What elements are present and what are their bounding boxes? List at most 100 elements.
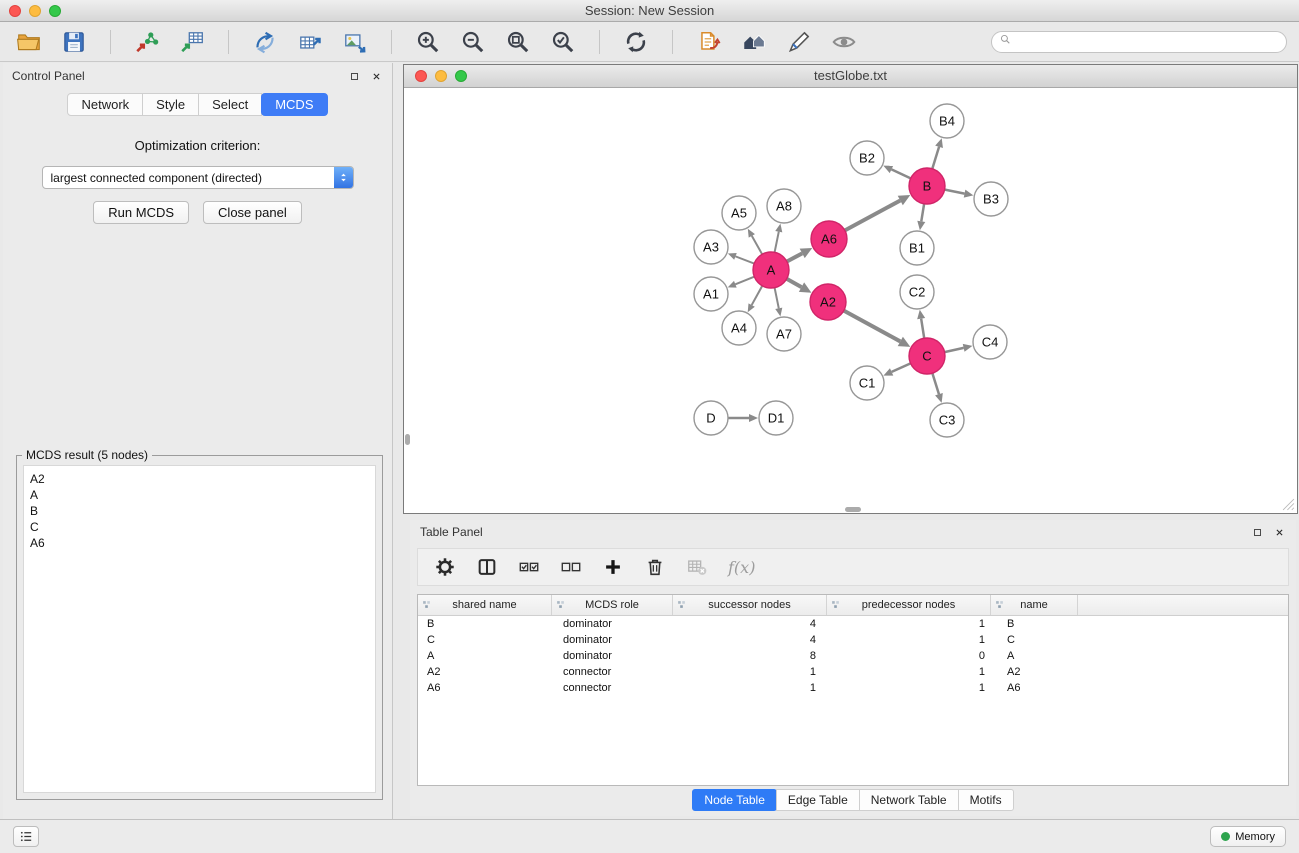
edge-arrowhead <box>935 393 943 403</box>
table-row[interactable]: A6connector11A6 <box>418 680 1288 696</box>
column-header-successor-nodes[interactable]: successor nodes <box>673 595 827 615</box>
zoom-fit-button[interactable] <box>499 26 537 58</box>
zoom-in-button[interactable] <box>409 26 447 58</box>
result-item[interactable]: A <box>28 487 371 503</box>
node-label-C2: C2 <box>909 285 926 300</box>
node-label-A1: A1 <box>703 287 719 302</box>
export-network-button[interactable] <box>246 26 284 58</box>
table-row[interactable]: Bdominator41B <box>418 616 1288 632</box>
search-input[interactable] <box>1016 35 1279 49</box>
table-cell: A2 <box>418 666 552 678</box>
column-header-name[interactable]: name <box>991 595 1078 615</box>
network-canvas[interactable]: B4B2BB3A8A5A6A3B1AC2A1A2A4A7C4CC1C3DD1 <box>404 88 1297 513</box>
tab-network[interactable]: Network <box>67 93 143 116</box>
control-panel-tabs: NetworkStyleSelectMCDS <box>3 93 392 116</box>
zoom-out-button[interactable] <box>454 26 492 58</box>
panel-selector-button[interactable] <box>13 826 39 847</box>
vertical-scrollbar-thumb[interactable] <box>405 434 410 445</box>
search-field[interactable] <box>991 31 1287 53</box>
refresh-network-button[interactable] <box>617 26 655 58</box>
close-window-button[interactable] <box>9 5 21 17</box>
function-builder-button[interactable]: f(x) <box>726 554 757 580</box>
home-button[interactable] <box>735 26 773 58</box>
create-column-button[interactable] <box>600 554 626 580</box>
result-item[interactable]: B <box>28 503 371 519</box>
table-float-panel-icon[interactable] <box>1250 525 1264 539</box>
column-header-MCDS-role[interactable]: MCDS role <box>552 595 673 615</box>
network-close-button[interactable] <box>415 70 427 82</box>
tab-style[interactable]: Style <box>142 93 199 116</box>
run-mcds-button[interactable]: Run MCDS <box>93 201 189 224</box>
toolbar-buttons <box>10 26 863 58</box>
table-panel: Table Panel f(x) shared nameMCDS role suc… <box>410 520 1296 816</box>
table-cell: connector <box>552 682 673 694</box>
close-panel-button[interactable]: Close panel <box>203 201 302 224</box>
table-cell: C <box>418 634 552 646</box>
maximize-window-button[interactable] <box>49 5 61 17</box>
table-cell: 4 <box>673 634 827 646</box>
open-file-button[interactable] <box>690 26 728 58</box>
save-session-button[interactable] <box>55 26 93 58</box>
show-graphics-details-button[interactable] <box>825 26 863 58</box>
columns-icon <box>476 556 498 578</box>
horizontal-scrollbar-thumb[interactable] <box>845 507 861 512</box>
float-icon <box>350 72 359 81</box>
delete-table-button[interactable] <box>684 554 710 580</box>
memory-button[interactable]: Memory <box>1210 826 1286 847</box>
show-columns-button[interactable] <box>474 554 500 580</box>
unselect-all-columns-button[interactable] <box>558 554 584 580</box>
tab-motifs[interactable]: Motifs <box>958 789 1014 811</box>
export-image-button[interactable] <box>336 26 374 58</box>
import-network-button[interactable] <box>128 26 166 58</box>
float-icon <box>1253 528 1262 537</box>
table-row[interactable]: Cdominator41C <box>418 632 1288 648</box>
import-table-button[interactable] <box>173 26 211 58</box>
apply-style-button[interactable] <box>780 26 818 58</box>
tab-mcds[interactable]: MCDS <box>261 93 327 116</box>
table-row[interactable]: Adominator80A <box>418 648 1288 664</box>
result-item[interactable]: A6 <box>28 535 371 551</box>
header-type-icon <box>556 600 565 609</box>
open-session-button[interactable] <box>10 26 48 58</box>
header-type-icon <box>831 600 840 609</box>
export-image-icon <box>342 29 368 55</box>
network-maximize-button[interactable] <box>455 70 467 82</box>
result-item[interactable]: C <box>28 519 371 535</box>
network-minimize-button[interactable] <box>435 70 447 82</box>
table-cell: 1 <box>827 634 991 646</box>
tab-node-table[interactable]: Node Table <box>692 789 777 811</box>
check-pair-icon <box>518 556 540 578</box>
network-graph[interactable]: B4B2BB3A8A5A6A3B1AC2A1A2A4A7C4CC1C3DD1 <box>404 88 1297 513</box>
delete-columns-button[interactable] <box>642 554 668 580</box>
node-label-B1: B1 <box>909 241 925 256</box>
node-label-B4: B4 <box>939 114 955 129</box>
tab-network-table[interactable]: Network Table <box>859 789 959 811</box>
network-window-title: testGlobe.txt <box>404 65 1297 87</box>
select-all-columns-button[interactable] <box>516 554 542 580</box>
minimize-window-button[interactable] <box>29 5 41 17</box>
tab-edge-table[interactable]: Edge Table <box>776 789 860 811</box>
float-panel-icon[interactable] <box>347 69 361 83</box>
table-delete-icon <box>686 556 708 578</box>
network-window-controls <box>415 70 467 82</box>
result-item[interactable]: A2 <box>28 471 371 487</box>
edge-arrowhead <box>964 190 974 198</box>
export-table-button[interactable] <box>291 26 329 58</box>
table-close-panel-icon[interactable] <box>1272 525 1286 539</box>
column-header-label: successor nodes <box>708 599 791 611</box>
close-panel-icon[interactable] <box>369 69 383 83</box>
node-label-C4: C4 <box>982 335 999 350</box>
column-header-shared-name[interactable]: shared name <box>418 595 552 615</box>
table-cell: 1 <box>827 618 991 630</box>
column-settings-button[interactable] <box>432 554 458 580</box>
criterion-dropdown[interactable]: largest connected component (directed) <box>42 166 354 189</box>
home-icon <box>741 29 767 55</box>
zoom-selected-button[interactable] <box>544 26 582 58</box>
node-label-A8: A8 <box>776 199 792 214</box>
toolbar-separator <box>228 30 229 54</box>
table-panel-header: Table Panel <box>410 520 1296 544</box>
resize-grip-icon[interactable] <box>1282 498 1296 512</box>
column-header-predecessor-nodes[interactable]: predecessor nodes <box>827 595 991 615</box>
tab-select[interactable]: Select <box>198 93 262 116</box>
table-row[interactable]: A2connector11A2 <box>418 664 1288 680</box>
